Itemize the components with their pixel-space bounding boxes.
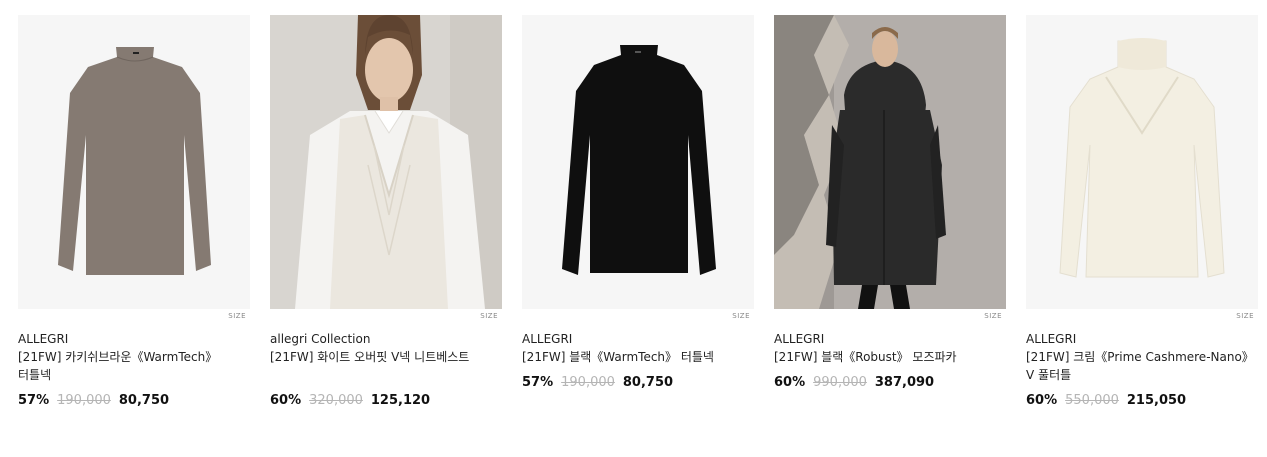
original-price: 320,000 [309,393,363,408]
price-row: 60% 550,000 215,050 [1026,392,1258,410]
product-name[interactable]: [21FW] 크림《Prime Cashmere-Nano》 V 풀터틀 [1026,348,1258,384]
size-link[interactable]: SIZE [228,312,246,320]
size-row: SIZE [1026,309,1258,323]
size-link[interactable]: SIZE [1236,312,1254,320]
discount-rate: 60% [270,393,302,408]
sale-price: 215,050 [1126,393,1187,408]
sale-price: 125,120 [370,393,431,408]
product-brand[interactable]: ALLEGRI [1026,331,1258,348]
product-image-white-knit-vest[interactable] [270,15,502,309]
sale-price: 387,090 [874,375,935,390]
discount-rate: 57% [522,375,554,390]
original-price: 190,000 [57,393,111,408]
product-card[interactable]: SIZE ALLEGRI [21FW] 카키쉬브라운《WarmTech》 터틀넥… [18,15,250,410]
price-row: 57% 190,000 80,750 [18,392,250,410]
product-grid: SIZE ALLEGRI [21FW] 카키쉬브라운《WarmTech》 터틀넥… [0,0,1267,457]
size-row: SIZE [18,309,250,323]
size-link[interactable]: SIZE [984,312,1002,320]
discount-rate: 60% [1026,393,1058,408]
sale-price: 80,750 [118,393,170,408]
sale-price: 80,750 [622,375,674,390]
discount-rate: 60% [774,375,806,390]
product-image-black-turtleneck[interactable] [522,15,754,309]
size-link[interactable]: SIZE [480,312,498,320]
product-name[interactable]: [21FW] 화이트 오버핏 V넥 니트베스트 [270,348,502,384]
product-image-cream-cashmere-pullover[interactable] [1026,15,1258,309]
original-price: 990,000 [813,375,867,390]
original-price: 190,000 [561,375,615,390]
product-brand[interactable]: ALLEGRI [774,331,1006,348]
product-brand[interactable]: allegri Collection [270,331,502,348]
size-link[interactable]: SIZE [732,312,750,320]
product-name[interactable]: [21FW] 카키쉬브라운《WarmTech》 터틀넥 [18,348,250,384]
product-image-black-mods-parka[interactable] [774,15,1006,309]
size-row: SIZE [774,309,1006,323]
size-row: SIZE [270,309,502,323]
original-price: 550,000 [1065,393,1119,408]
product-brand[interactable]: ALLEGRI [18,331,250,348]
product-image-khaki-turtleneck[interactable] [18,15,250,309]
price-row: 57% 190,000 80,750 [522,374,754,392]
discount-rate: 57% [18,393,50,408]
size-row: SIZE [522,309,754,323]
product-brand[interactable]: ALLEGRI [522,331,754,348]
product-card[interactable]: SIZE ALLEGRI [21FW] 크림《Prime Cashmere-Na… [1026,15,1258,410]
product-card[interactable]: SIZE allegri Collection [21FW] 화이트 오버핏 V… [270,15,502,410]
price-row: 60% 990,000 387,090 [774,374,1006,392]
product-card[interactable]: SIZE ALLEGRI [21FW] 블랙《WarmTech》 터틀넥 57%… [522,15,754,392]
price-row: 60% 320,000 125,120 [270,392,502,410]
product-card[interactable]: SIZE ALLEGRI [21FW] 블랙《Robust》 모즈파카 60% 9… [774,15,1006,392]
